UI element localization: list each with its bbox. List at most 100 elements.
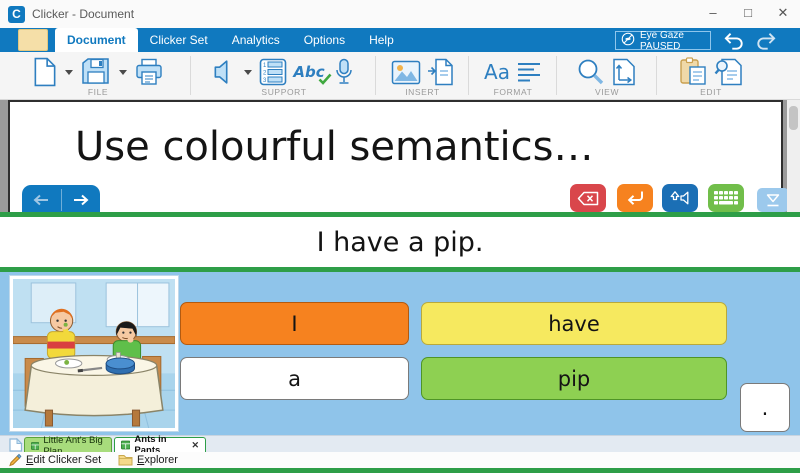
redo-button[interactable] [752, 31, 780, 51]
picture-cell[interactable] [10, 276, 178, 431]
page-size-icon [613, 58, 635, 86]
delete-word-button[interactable] [570, 184, 606, 212]
speaker-icon [214, 60, 228, 84]
document-area: Use colourful semantics… [0, 100, 800, 212]
insert-picture-button[interactable] [391, 55, 421, 89]
previous-page-button[interactable] [22, 185, 61, 212]
ribbon-group-support: 123 Abc SUPPORT [196, 52, 372, 99]
eye-gaze-icon [621, 32, 635, 49]
maximize-button[interactable]: □ [733, 0, 763, 26]
scrollbar-thumb[interactable] [789, 106, 798, 130]
return-button[interactable] [617, 184, 653, 212]
punctuation-cell-period[interactable]: . [740, 383, 790, 432]
undo-icon [724, 33, 743, 50]
picture-icon [391, 60, 420, 84]
folder-icon [118, 455, 133, 466]
zoom-button[interactable] [577, 55, 605, 89]
group-label-insert: INSERT [405, 87, 440, 97]
font-button[interactable]: Aa [484, 55, 510, 89]
sentence-strip[interactable]: I have a pip. [0, 217, 800, 267]
document-scrollbar[interactable] [787, 100, 800, 212]
file-folder-button[interactable] [18, 29, 48, 51]
eye-gaze-paused-button[interactable]: Eye Gaze PAUSED [615, 30, 711, 52]
next-page-button[interactable] [62, 185, 101, 212]
find-in-page-icon [714, 58, 742, 86]
save-dropdown[interactable] [119, 69, 127, 75]
save-button[interactable] [80, 55, 112, 89]
close-tab-icon[interactable]: ✕ [191, 440, 199, 451]
new-document-dropdown[interactable] [65, 69, 73, 75]
group-label-file: FILE [87, 87, 109, 97]
spellcheck-icon: Abc [293, 63, 332, 85]
insert-snippet-button[interactable] [427, 55, 455, 89]
edit-clicker-set-button[interactable]: Edit Clicker Set [8, 452, 101, 468]
backspace-icon [577, 191, 599, 205]
hide-panel-button[interactable] [757, 188, 789, 212]
font-icon: Aa [484, 60, 510, 84]
group-label-format: FORMAT [493, 87, 533, 97]
arrow-left-icon [33, 194, 49, 206]
speak-sentence-button[interactable] [662, 184, 698, 212]
redo-icon [757, 33, 776, 50]
page-curl-icon [9, 437, 23, 452]
cell-label: a [288, 366, 301, 391]
window-title: Clicker - Document [32, 7, 135, 21]
print-icon [136, 58, 162, 85]
tab-options[interactable]: Options [292, 28, 357, 52]
collapse-icon [766, 193, 780, 206]
group-separator [656, 56, 657, 95]
ribbon-group-edit: EDIT [661, 52, 761, 99]
tab-help[interactable]: Help [357, 28, 406, 52]
speak-icon [670, 191, 689, 205]
ribbon-group-insert: INSERT [380, 52, 465, 99]
children-eating-illustration [13, 279, 175, 428]
close-button[interactable]: ✕ [768, 0, 798, 26]
page-size-button[interactable] [611, 55, 637, 89]
paste-button[interactable] [678, 55, 708, 89]
set-tab-ants-in-pants[interactable]: Ants in Pants ✕ [114, 434, 206, 456]
status-bar: Edit Clicker Set Explorer [0, 452, 800, 468]
word-cell-have[interactable]: have [421, 302, 727, 345]
speak-dropdown[interactable] [244, 69, 253, 75]
record-button[interactable] [331, 55, 357, 89]
word-cell-a[interactable]: a [180, 357, 409, 400]
align-lines-icon [518, 63, 540, 82]
app-icon: C [8, 6, 25, 23]
cell-label: . [761, 395, 769, 420]
cell-label: I [291, 311, 298, 336]
tab-document[interactable]: Document [55, 28, 138, 52]
group-separator [375, 56, 376, 95]
find-button[interactable] [714, 55, 744, 89]
group-separator [468, 56, 469, 95]
clipboard-icon [680, 57, 706, 85]
sentence-text: I have a pip. [316, 226, 484, 258]
speak-button[interactable] [211, 55, 237, 89]
listen-list-button[interactable]: 123 [259, 55, 287, 89]
group-label-view: VIEW [594, 87, 620, 97]
explorer-button[interactable]: Explorer [118, 452, 178, 468]
new-document-icon [34, 57, 56, 87]
page-navigation [22, 185, 100, 212]
tab-analytics[interactable]: Analytics [220, 28, 292, 52]
set-tab-bar: Little Ant's Big Plan Ants in Pants ✕ [0, 434, 800, 457]
group-separator [556, 56, 557, 95]
insert-page-icon [427, 58, 453, 86]
ribbon-group-view: VIEW [561, 52, 653, 99]
save-icon [82, 58, 109, 84]
cell-label: pip [557, 366, 591, 391]
word-cell-pip[interactable]: pip [421, 357, 727, 400]
minimize-button[interactable]: – [698, 0, 728, 26]
status-label: Explorer [137, 454, 178, 466]
status-label: Edit Clicker Set [26, 454, 102, 466]
arrow-right-icon [73, 194, 89, 206]
print-button[interactable] [134, 55, 164, 89]
set-tab-little-ants-big-plan[interactable]: Little Ant's Big Plan [24, 435, 112, 457]
spellcheck-button[interactable]: Abc [293, 55, 332, 89]
cell-label: have [548, 311, 600, 336]
keyboard-button[interactable] [708, 184, 744, 212]
tab-clicker-set[interactable]: Clicker Set [138, 28, 220, 52]
word-cell-I[interactable]: I [180, 302, 409, 345]
new-document-button[interactable] [32, 55, 58, 89]
alignment-button[interactable] [516, 55, 542, 89]
undo-button[interactable] [720, 31, 748, 51]
